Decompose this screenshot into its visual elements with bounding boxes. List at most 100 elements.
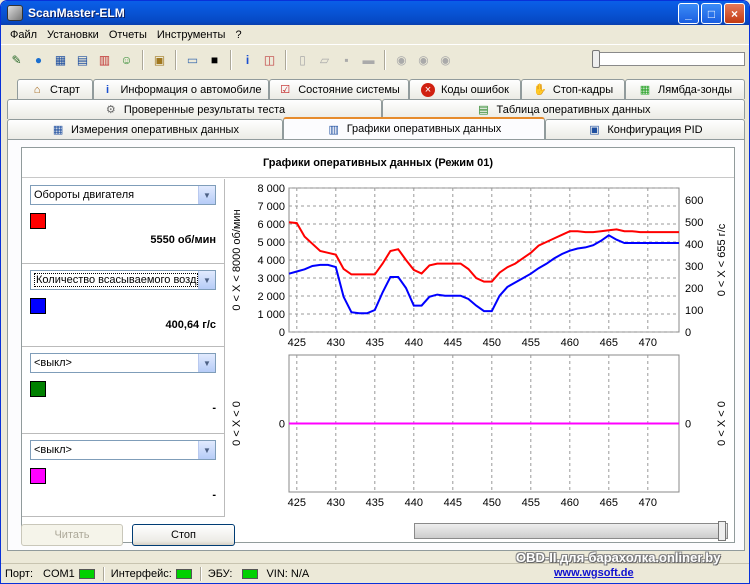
slider-thumb[interactable] <box>592 50 600 68</box>
right-tick-label: 0 <box>685 327 691 339</box>
table-icon[interactable]: ▦ <box>51 51 70 70</box>
x-tick-label: 450 <box>483 337 501 347</box>
menu-tools[interactable]: Инструменты <box>152 29 231 41</box>
minimize-button[interactable]: _ <box>678 3 699 24</box>
gear-icon: ⚙ <box>105 104 116 116</box>
x-tick-label: 465 <box>600 337 618 347</box>
sensor-panel-3: <выкл> ▼ - <box>22 347 225 434</box>
close-button[interactable]: × <box>724 3 745 24</box>
sensor-icon: ▦ <box>639 84 651 96</box>
grid-icon[interactable]: ▤ <box>73 51 92 70</box>
right-axis-label: 0 < X < 655 г/с <box>716 223 728 296</box>
left-tick-label: 6 000 <box>257 219 285 231</box>
globe-icon[interactable]: ● <box>29 51 48 70</box>
playback-slider-thumb[interactable] <box>718 521 726 541</box>
person-icon[interactable]: ☺ <box>117 51 136 70</box>
left-tick-label: 5 000 <box>257 237 285 249</box>
x-tick-label: 460 <box>561 337 579 347</box>
x-tick-label: 430 <box>327 497 345 509</box>
graph-icon[interactable]: ◫ <box>260 51 279 70</box>
pause-icon[interactable]: ◉ <box>414 51 433 70</box>
ecu-label: ЭБУ: <box>207 567 233 580</box>
left-tick-label: 4 000 <box>257 255 285 267</box>
port-value: COM1 <box>43 567 75 580</box>
tab-vehicle-info[interactable]: i Информация о автомобиле <box>93 79 269 99</box>
new-file-icon[interactable]: ▯ <box>293 51 312 70</box>
left-tick-label: 2 000 <box>257 291 285 303</box>
info-icon: i <box>105 83 110 96</box>
menu-file[interactable]: Файл <box>5 29 42 41</box>
tab-system-status[interactable]: ☑ Состояние системы <box>269 79 409 99</box>
tab-error-codes[interactable]: × Коды ошибок <box>409 79 521 99</box>
x-tick-label: 440 <box>405 497 423 509</box>
chat-icon[interactable]: ▭ <box>183 51 202 70</box>
tab-live-measurements[interactable]: ▦ Измерения оперативных данных <box>7 119 283 139</box>
sensor-select-3[interactable]: <выкл> ▼ <box>30 353 216 373</box>
series-color-swatch-1[interactable] <box>30 213 46 229</box>
save-icon[interactable]: ▪ <box>337 51 356 70</box>
x-tick-label: 460 <box>561 497 579 509</box>
left-tick-label: 8 000 <box>257 183 285 195</box>
tab-freeze-frames[interactable]: ✋ Стоп-кадры <box>521 79 625 99</box>
series-color-swatch-2[interactable] <box>30 298 46 314</box>
sensor-select-2[interactable]: Количество всасываемого возд ▼ <box>30 270 216 290</box>
tab-test-results[interactable]: ⚙ Проверенные результаты теста <box>7 99 382 119</box>
chart-icon[interactable]: ▥ <box>95 51 114 70</box>
right-tick-label: 300 <box>685 261 703 273</box>
left-tick-label: 0 <box>279 419 285 431</box>
read-button[interactable]: Читать <box>21 524 123 546</box>
watermark-forum: OBD-II.для-барахолка.onliner.by <box>516 550 721 565</box>
tab-live-graphs[interactable]: ▥ Графики оперативных данных <box>283 117 545 139</box>
app-icon <box>7 5 23 21</box>
graphs-container: Графики оперативных данных (Режим 01) Об… <box>21 147 735 543</box>
tab-pid-config[interactable]: ▣ Конфигурация PID <box>545 119 745 139</box>
hand-icon: ✋ <box>533 84 547 96</box>
menu-reports[interactable]: Отчеты <box>104 29 152 41</box>
toolbar-slider[interactable] <box>592 50 745 68</box>
graph-top: 425 430 435 440 445 450 455 460 465 470 0 1 000 2 00… <box>231 183 728 347</box>
stop-icon[interactable]: ◉ <box>436 51 455 70</box>
x-tick-label: 470 <box>639 337 657 347</box>
x-tick-label: 465 <box>600 497 618 509</box>
left-tick-label: 7 000 <box>257 201 285 213</box>
stop-button[interactable]: Стоп <box>132 524 235 546</box>
right-tick-label: 600 <box>685 195 703 207</box>
sensor-panel-1: Обороты двигателя ▼ 5550 об/мин <box>22 179 225 264</box>
x-tick-label: 435 <box>366 497 384 509</box>
status-bar: Порт: COM1 Интерфейс: ЭБУ: VIN: N/A <box>1 563 749 583</box>
print-icon[interactable]: ▬ <box>359 51 378 70</box>
error-icon: × <box>421 82 435 97</box>
chevron-down-icon[interactable]: ▼ <box>198 186 215 204</box>
tab-lambda-sensors[interactable]: ▦ Лямбда-зонды <box>625 79 745 99</box>
x-tick-label: 430 <box>327 337 345 347</box>
title-bar[interactable]: ScanMaster-ELM _ □ × <box>1 1 749 25</box>
sensor-select-1[interactable]: Обороты двигателя ▼ <box>30 185 216 205</box>
close-icon: × <box>730 6 738 21</box>
right-axis-label: 0 < X < 0 <box>716 401 728 446</box>
tab-live-data-table[interactable]: ▤ Таблица оперативных данных <box>382 99 745 119</box>
maximize-button[interactable]: □ <box>701 3 722 24</box>
info-icon[interactable]: i <box>238 51 257 70</box>
tab-strip: ⌂ Старт i Информация о автомобиле ☑ Состоян… <box>7 79 747 139</box>
clipboard-icon[interactable]: ▣ <box>150 51 169 70</box>
window-title: ScanMaster-ELM <box>28 6 125 20</box>
play-icon[interactable]: ◉ <box>392 51 411 70</box>
chevron-down-icon[interactable]: ▼ <box>198 271 215 289</box>
playback-slider[interactable] <box>414 521 728 541</box>
terminal-icon[interactable]: ■ <box>205 51 224 70</box>
tab-start[interactable]: ⌂ Старт <box>17 79 93 99</box>
open-folder-icon[interactable]: ▱ <box>315 51 334 70</box>
chevron-down-icon[interactable]: ▼ <box>198 354 215 372</box>
menu-settings[interactable]: Установки <box>42 29 104 41</box>
port-status-indicator <box>78 568 95 579</box>
menu-help[interactable]: ? <box>230 29 246 41</box>
sensor-select-4[interactable]: <выкл> ▼ <box>30 440 216 460</box>
series-color-swatch-3[interactable] <box>30 381 46 397</box>
wizard-icon[interactable]: ✎ <box>7 51 26 70</box>
x-tick-label: 450 <box>483 497 501 509</box>
sensor-value-2: 400,64 г/с <box>165 319 216 331</box>
chevron-down-icon[interactable]: ▼ <box>198 441 215 459</box>
series-color-swatch-4[interactable] <box>30 468 46 484</box>
watermark-website[interactable]: www.wgsoft.de <box>554 567 634 579</box>
tab-panel: Графики оперативных данных (Режим 01) Об… <box>7 139 745 551</box>
